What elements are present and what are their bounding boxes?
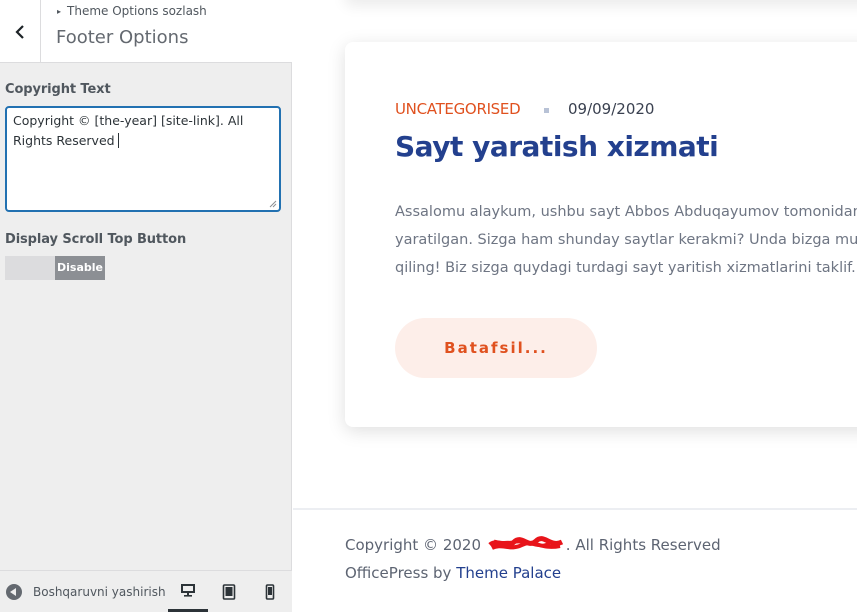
collapse-sidebar-label: Boshqaruvni yashirish <box>33 585 166 599</box>
meta-separator <box>544 108 549 113</box>
back-button[interactable] <box>0 0 41 63</box>
section-header: ▸ Theme Options sozlash Footer Options <box>0 0 292 63</box>
customizer-sidebar: ▸ Theme Options sozlash Footer Options Co… <box>0 0 292 612</box>
copyright-prefix: Copyright © 2020 <box>345 536 482 554</box>
theme-credit: OfficePress by Theme Palace <box>345 564 561 582</box>
arrow-left-circle-icon <box>6 584 22 600</box>
post-title-link[interactable]: Sayt yaratish xizmati <box>395 130 719 163</box>
excerpt-line: Assalomu alaykum, ushbu sayt Abbos Abduq… <box>395 204 857 220</box>
toggle-state-label: Disable <box>55 256 105 280</box>
excerpt-line: qiling! Biz sizga quydagi turdagi sayt y… <box>395 260 857 276</box>
chevron-left-icon <box>15 24 24 39</box>
post-excerpt: Assalomu alaykum, ushbu sayt Abbos Abduq… <box>395 198 857 282</box>
preview-mobile-button[interactable] <box>250 571 290 612</box>
site-preview: UNCATEGORISED 09/09/2020 Sayt yaratish x… <box>293 0 857 612</box>
scroll-top-toggle[interactable]: Disable <box>5 256 105 280</box>
triangle-right-icon: ▸ <box>57 7 62 16</box>
copyright-suffix: . All Rights Reserved <box>565 536 721 554</box>
scroll-top-label: Display Scroll Top Button <box>5 232 187 247</box>
section-title: Footer Options <box>56 27 189 48</box>
customizer-footer: Boshqaruvni yashirish <box>0 570 292 612</box>
preview-desktop-button[interactable] <box>168 571 208 612</box>
credit-prefix: OfficePress by <box>345 564 452 582</box>
post-card: UNCATEGORISED 09/09/2020 Sayt yaratish x… <box>345 42 857 427</box>
breadcrumb: ▸ Theme Options sozlash <box>57 4 207 18</box>
resize-grip-icon[interactable] <box>269 200 277 208</box>
site-copyright: Copyright © 2020 . All Rights Reserved <box>345 536 721 554</box>
theme-palace-link[interactable]: Theme Palace <box>456 564 561 582</box>
post-date[interactable]: 09/09/2020 <box>568 100 654 118</box>
copyright-text-label: Copyright Text <box>5 82 111 97</box>
redaction-scribble <box>488 536 563 550</box>
text-caret <box>117 133 119 148</box>
post-category-link[interactable]: UNCATEGORISED <box>395 100 521 118</box>
tablet-icon <box>222 584 236 600</box>
copyright-text-value: Copyright © [the-year] [site-link]. All … <box>13 113 244 148</box>
breadcrumb-label: Theme Options sozlash <box>67 4 207 18</box>
footer-divider <box>293 508 857 510</box>
copyright-text-input[interactable]: Copyright © [the-year] [site-link]. All … <box>5 106 281 212</box>
preview-tablet-button[interactable] <box>209 571 249 612</box>
collapse-sidebar-button[interactable]: Boshqaruvni yashirish <box>6 571 166 612</box>
read-more-button[interactable]: Batafsil... <box>395 318 597 378</box>
excerpt-line: yaratilgan. Sizga ham shunday saytlar ke… <box>395 232 857 248</box>
mobile-icon <box>265 584 275 600</box>
desktop-icon <box>181 584 195 597</box>
